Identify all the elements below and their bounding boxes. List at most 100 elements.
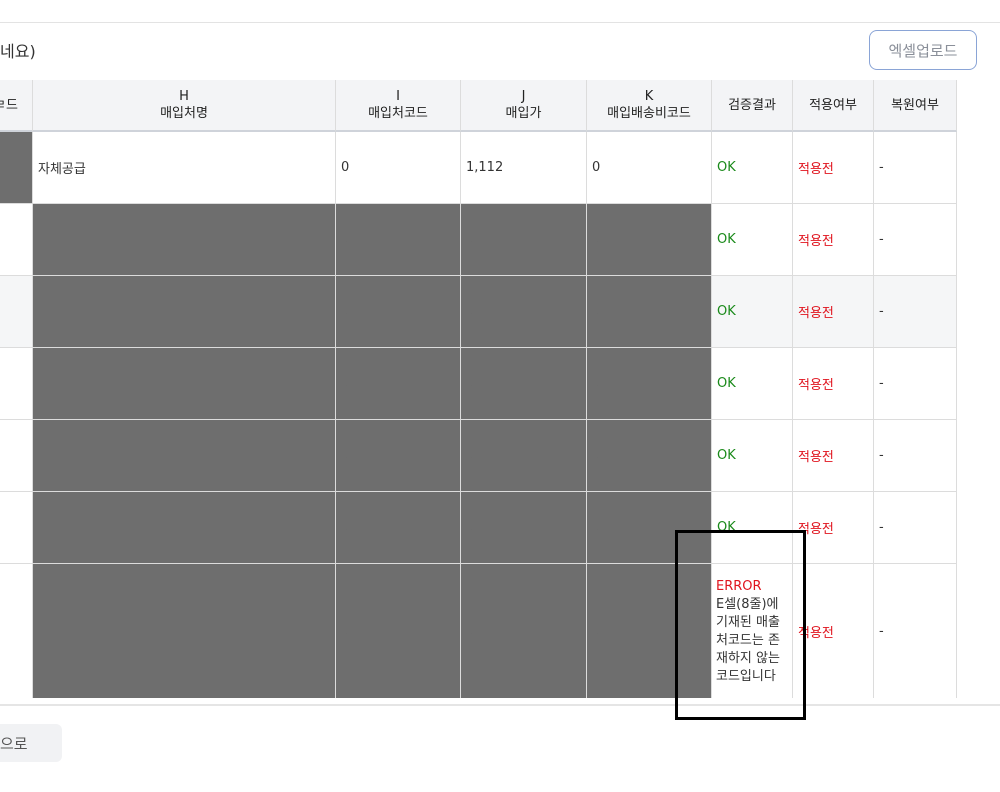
cell-j-value: 0 [466, 520, 475, 535]
column-name: 매입배송비코드 [607, 106, 691, 121]
cell-apply: 적용전 [793, 132, 874, 204]
cell-i-value: 0 [341, 160, 350, 175]
cell-k: 0 [587, 420, 712, 492]
cell-verify: OK [712, 492, 793, 564]
cell-g [0, 204, 33, 276]
column-name: 매입가 [505, 106, 542, 121]
cell-restore: - [874, 276, 957, 348]
results-grid: ㄹ드 H 매입처명 I 매입처코드 J 매입가 K 매입배송비코드 검증결과 적용여부 복원여부자체공… [0, 80, 957, 698]
cell-i: 0 [336, 420, 461, 492]
cell-verify: OK [712, 348, 793, 420]
column-header-j: J 매입가 [461, 80, 587, 132]
ok-status: OK [717, 232, 736, 247]
excel-upload-button[interactable]: 엑셀업로드 [869, 30, 977, 70]
column-letter: H [179, 89, 189, 104]
cell-i: 0 [336, 132, 461, 204]
column-name: 복원여부 [891, 97, 939, 113]
cell-k-value: 0 [592, 232, 601, 247]
column-header-k: K 매입배송비코드 [587, 80, 712, 132]
cell-h [33, 564, 336, 698]
top-divider [0, 22, 1000, 23]
cell-i-value: 0 [341, 304, 350, 319]
column-name: 적용여부 [809, 97, 857, 113]
ok-status: OK [717, 304, 736, 319]
cell-h [33, 420, 336, 492]
cell-verify: OK [712, 276, 793, 348]
cell-verify: OK [712, 420, 793, 492]
error-message-line: 코드입니다 [716, 668, 776, 684]
column-letter: J [521, 89, 526, 104]
cell-apply: 적용전 [793, 564, 874, 698]
cell-restore: - [874, 420, 957, 492]
column-letter: K [644, 89, 654, 104]
cell-k-value: 0 [592, 624, 601, 639]
column-name: 매입처코드 [368, 106, 428, 121]
cell-j: 0 [461, 204, 587, 276]
column-name: ㄹ드 [0, 97, 18, 113]
cell-i: 0 [336, 492, 461, 564]
cell-h [33, 276, 336, 348]
restore-status: - [879, 232, 884, 247]
cell-g [0, 348, 33, 420]
cell-i-value: 0 [341, 520, 350, 535]
column-header-h: H 매입처명 [33, 80, 336, 132]
column-header-restore: 복원여부 [874, 80, 957, 132]
cell-g [0, 420, 33, 492]
cell-k: 0 [587, 348, 712, 420]
column-name: 검증결과 [728, 97, 776, 113]
cell-k: 0 [587, 492, 712, 564]
apply-status: 적용전 [798, 450, 834, 465]
cell-restore: - [874, 492, 957, 564]
bottom-action-button[interactable]: 으로 [0, 724, 62, 762]
restore-status: - [879, 448, 884, 463]
cell-j-value: 0 [466, 448, 475, 463]
cell-k-value: 0 [592, 520, 601, 535]
cell-k: 0 [587, 204, 712, 276]
results-table: ㄹ드 H 매입처명 I 매입처코드 J 매입가 K 매입배송비코드 검증결과 적용여부 복원여부자체공… [0, 80, 1000, 698]
cell-apply: 적용전 [793, 204, 874, 276]
cell-h [33, 492, 336, 564]
cell-apply: 적용전 [793, 276, 874, 348]
cell-k: 0 [587, 132, 712, 204]
restore-status: - [879, 624, 884, 639]
error-message-line: 처코드는 존 [716, 632, 780, 648]
cell-restore: - [874, 564, 957, 698]
cell-j-value: 0 [466, 376, 475, 391]
ok-status: OK [717, 520, 736, 535]
cell-j: 0 [461, 420, 587, 492]
cell-g [0, 564, 33, 698]
restore-status: - [879, 160, 884, 175]
cell-g [0, 132, 33, 204]
cell-j: 1,112 [461, 132, 587, 204]
cell-k-value: 0 [592, 448, 601, 463]
cell-j-value: 0 [466, 232, 475, 247]
cell-j: 0 [461, 492, 587, 564]
restore-status: - [879, 376, 884, 391]
apply-status: 적용전 [798, 522, 834, 537]
cell-i-value: 0 [341, 376, 350, 391]
cell-i: 0 [336, 204, 461, 276]
horizontal-scrollbar[interactable] [0, 704, 1000, 706]
cell-j: 0 [461, 276, 587, 348]
cell-restore: - [874, 132, 957, 204]
error-status: ERROR [716, 578, 762, 594]
cell-k-value: 0 [592, 376, 601, 391]
hint-text: 네요) [0, 42, 36, 61]
error-message-line: E셀(8줄)에 [716, 596, 779, 612]
restore-status: - [879, 520, 884, 535]
column-header-verify: 검증결과 [712, 80, 793, 132]
cell-k-value: 0 [592, 160, 601, 175]
cell-k: 0 [587, 276, 712, 348]
cell-verify: OK [712, 204, 793, 276]
column-header-i: I 매입처코드 [336, 80, 461, 132]
apply-status: 적용전 [798, 306, 834, 321]
cell-restore: - [874, 204, 957, 276]
cell-i: 0 [336, 564, 461, 698]
cell-h [33, 204, 336, 276]
cell-verify: ERROR E셀(8줄)에 기재된 매출 처코드는 존 재하지 않는 코드입니다 [712, 564, 793, 698]
restore-status: - [879, 304, 884, 319]
apply-status: 적용전 [798, 234, 834, 249]
cell-i: 0 [336, 348, 461, 420]
cell-k-value: 0 [592, 304, 601, 319]
cell-j-value: 1,112 [466, 160, 504, 175]
